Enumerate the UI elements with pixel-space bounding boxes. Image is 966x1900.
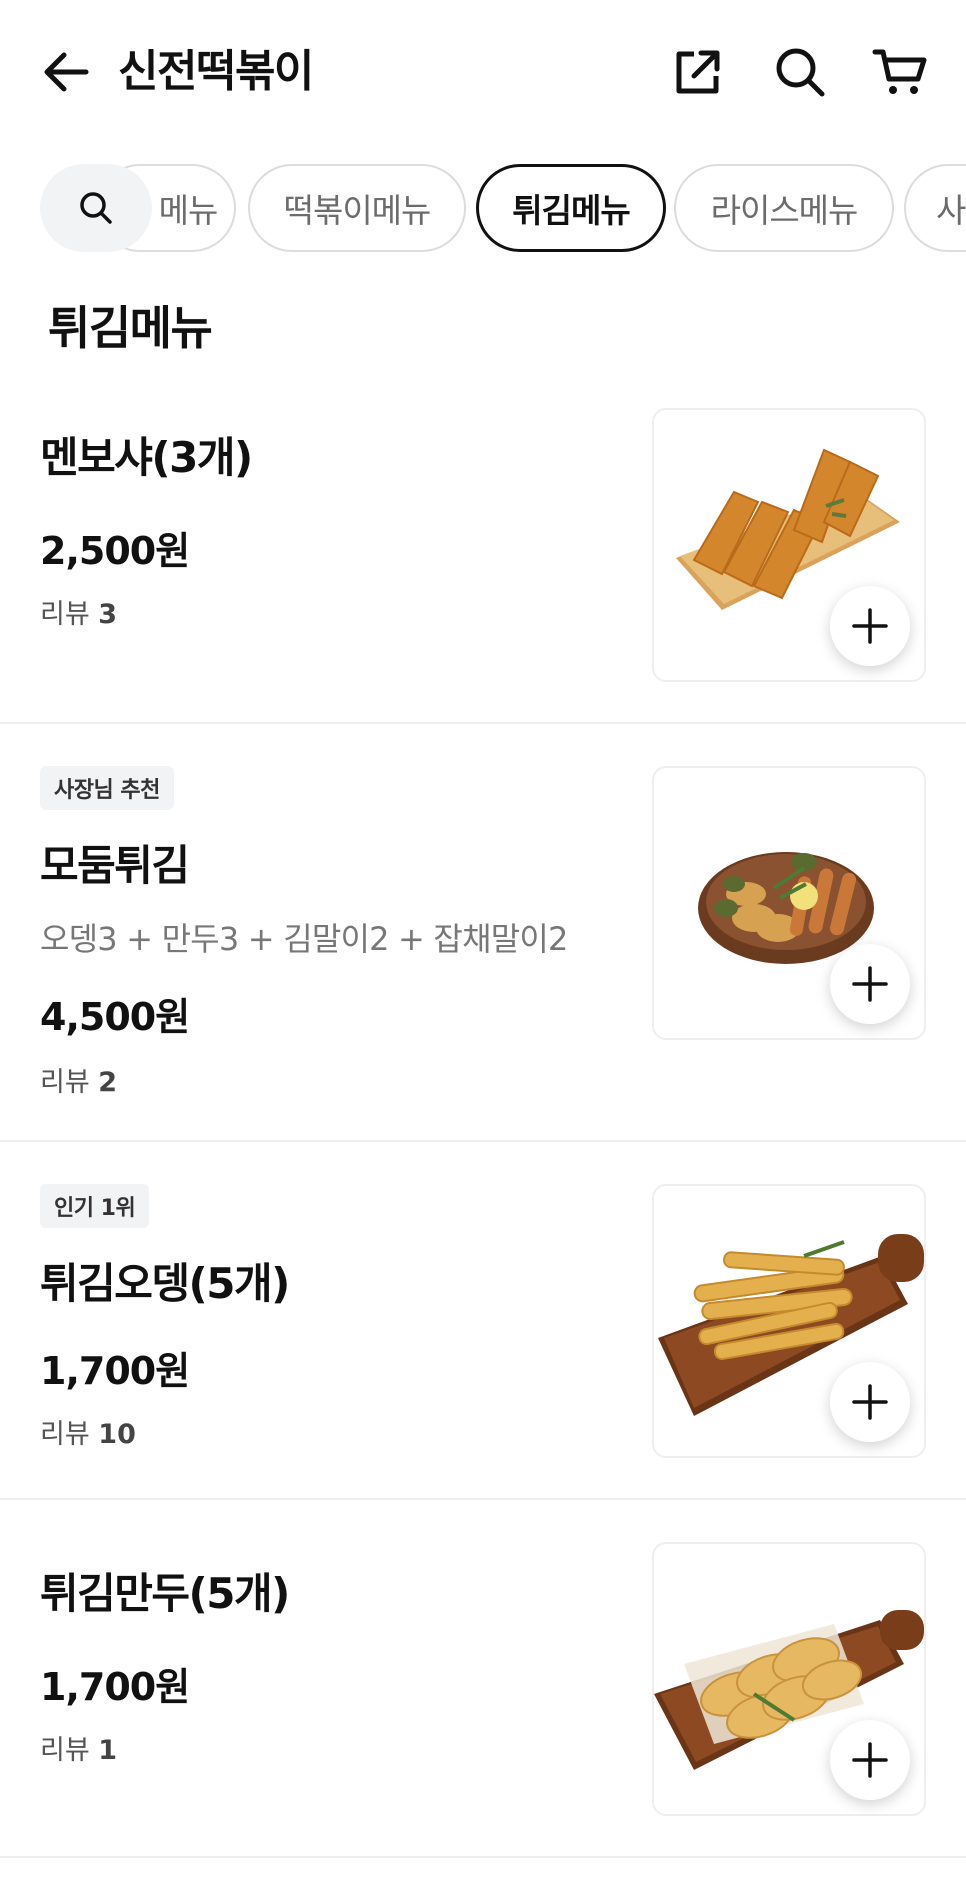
menu-item-image[interactable] <box>652 1184 926 1458</box>
review-count: 10 <box>98 1419 136 1450</box>
add-to-cart-button[interactable] <box>830 944 910 1024</box>
search-icon <box>80 192 112 224</box>
menu-item[interactable]: 멘보샤(3개) 2,500원 리뷰 3 <box>0 400 966 722</box>
review-count: 2 <box>98 1067 118 1098</box>
item-divider <box>0 1856 966 1858</box>
menu-item-image[interactable] <box>652 1542 926 1816</box>
plus-icon <box>852 966 888 1002</box>
tab-rice[interactable]: 라이스메뉴 <box>674 164 894 252</box>
back-button[interactable] <box>40 46 92 98</box>
menu-item-price: 2,500원 <box>40 529 190 573</box>
category-tabs: 메뉴 떡볶이메뉴 튀김메뉴 라이스메뉴 사 <box>0 162 966 254</box>
menu-item-description: 오뎅3 + 만두3 + 김말이2 + 잡채말이2 <box>40 920 568 958</box>
tab-side[interactable]: 사 <box>904 164 966 252</box>
cart-button[interactable] <box>872 44 928 100</box>
menu-item-name: 멘보샤(3개) <box>40 433 253 482</box>
category-search-button[interactable] <box>40 164 152 252</box>
tab-label: 메뉴 <box>158 191 219 230</box>
tab-twigim[interactable]: 튀김메뉴 <box>476 164 666 252</box>
store-title: 신전떡볶이 <box>118 46 314 97</box>
menu-item-review: 리뷰 2 <box>40 1060 117 1099</box>
share-button[interactable] <box>670 44 726 100</box>
popular-badge: 인기 1위 <box>40 1184 150 1228</box>
arrow-left-icon <box>44 52 89 92</box>
review-count: 3 <box>98 599 118 630</box>
review-label: 리뷰 <box>40 599 90 630</box>
review-label: 리뷰 <box>40 1735 90 1766</box>
menu-item-review: 리뷰 3 <box>40 592 117 631</box>
plus-icon <box>852 1384 888 1420</box>
add-to-cart-button[interactable] <box>830 1720 910 1800</box>
menu-item-name: 튀김오뎅(5개) <box>40 1259 290 1308</box>
menu-item-review: 리뷰 1 <box>40 1728 117 1767</box>
recommend-badge: 사장님 추천 <box>40 766 174 810</box>
search-button[interactable] <box>772 44 828 100</box>
add-to-cart-button[interactable] <box>830 586 910 666</box>
menu-item[interactable]: 사장님 추천 모둠튀김 오뎅3 + 만두3 + 김말이2 + 잡채말이2 4,5… <box>0 724 966 1140</box>
menu-item[interactable]: 인기 1위 튀김오뎅(5개) 1,700원 리뷰 10 <box>0 1142 966 1498</box>
review-label: 리뷰 <box>40 1419 90 1450</box>
plus-icon <box>852 1742 888 1778</box>
tab-label: 사 <box>936 191 966 230</box>
menu-item-name: 튀김만두(5개) <box>40 1569 290 1618</box>
app-header: 신전떡볶이 <box>0 0 966 140</box>
menu-item-image[interactable] <box>652 408 926 682</box>
menu-item-price: 4,500원 <box>40 995 190 1039</box>
menu-item-price: 1,700원 <box>40 1349 190 1393</box>
menu-item-review: 리뷰 10 <box>40 1412 136 1451</box>
share-icon <box>676 50 720 94</box>
review-label: 리뷰 <box>40 1067 90 1098</box>
menu-item-price: 1,700원 <box>40 1665 190 1709</box>
tab-tteokbokki[interactable]: 떡볶이메뉴 <box>248 164 466 252</box>
plus-icon <box>852 608 888 644</box>
add-to-cart-button[interactable] <box>830 1362 910 1442</box>
search-icon <box>776 48 825 97</box>
tab-label: 라이스메뉴 <box>710 191 859 230</box>
menu-item-name: 모둠튀김 <box>40 841 190 890</box>
section-title: 튀김메뉴 <box>48 301 213 355</box>
tab-label: 튀김메뉴 <box>512 191 630 230</box>
menu-item[interactable]: 튀김만두(5개) 1,700원 리뷰 1 <box>0 1500 966 1856</box>
cart-icon <box>872 49 927 94</box>
tab-label: 떡볶이메뉴 <box>283 191 432 230</box>
review-count: 1 <box>98 1735 118 1766</box>
menu-item-image[interactable] <box>652 766 926 1040</box>
